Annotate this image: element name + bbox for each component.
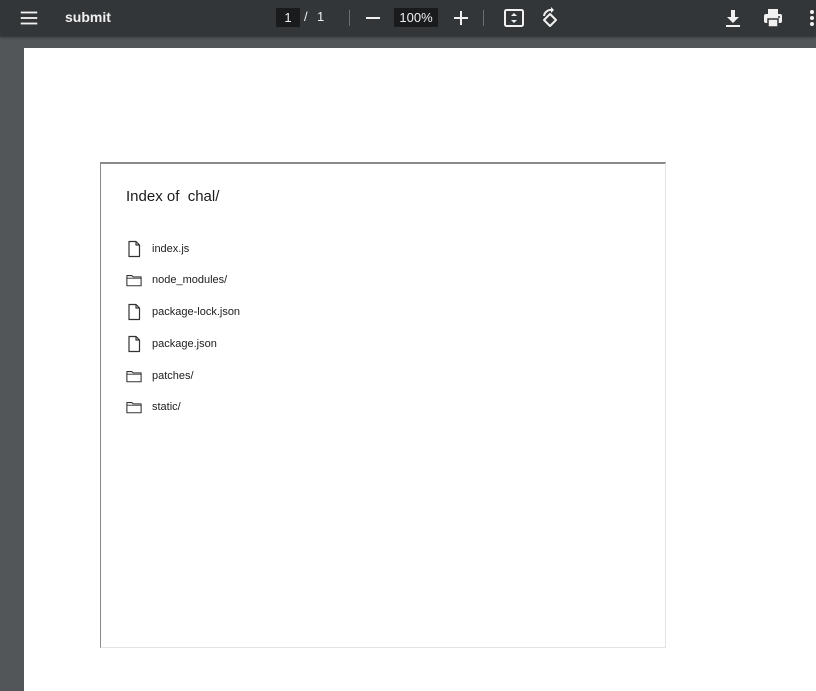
- list-item[interactable]: patches/: [126, 367, 194, 385]
- page-number-input[interactable]: [276, 8, 300, 27]
- entry-name: index.js: [152, 243, 190, 255]
- list-item[interactable]: index.js: [126, 240, 189, 258]
- directory-listing: Index of chal/ index.js node_modules/ pa…: [100, 162, 666, 648]
- file-icon: [128, 303, 141, 321]
- page-total: 1: [317, 9, 325, 24]
- document-title: submit: [65, 9, 111, 25]
- download-icon[interactable]: [722, 7, 744, 29]
- list-item[interactable]: node_modules/: [126, 271, 227, 289]
- list-item[interactable]: static/: [126, 398, 181, 416]
- entry-name: node_modules/: [152, 274, 228, 286]
- list-item[interactable]: package.json: [126, 335, 217, 353]
- fit-to-page-icon[interactable]: [503, 7, 525, 29]
- listing-heading: Index of chal/: [126, 188, 220, 205]
- rotate-icon[interactable]: [538, 6, 562, 30]
- more-vert-icon[interactable]: [803, 7, 816, 29]
- folder-icon: [126, 371, 142, 383]
- pdf-toolbar: submit / 1: [0, 0, 816, 36]
- toolbar-divider: [483, 10, 484, 26]
- entry-name: package.json: [152, 338, 217, 350]
- entry-name: package-lock.json: [152, 306, 241, 318]
- menu-icon[interactable]: [18, 7, 40, 29]
- file-icon: [128, 335, 141, 353]
- list-item[interactable]: package-lock.json: [126, 303, 240, 321]
- entry-name: static/: [152, 401, 181, 413]
- entry-name: patches/: [152, 370, 194, 382]
- folder-icon: [126, 275, 142, 287]
- folder-icon: [126, 402, 142, 414]
- zoom-level-input[interactable]: [394, 8, 438, 27]
- print-icon[interactable]: [762, 7, 784, 29]
- zoom-in-icon[interactable]: [451, 8, 471, 28]
- viewer-background: [0, 36, 24, 691]
- toolbar-divider: [349, 10, 350, 26]
- page-separator: /: [304, 9, 308, 24]
- zoom-out-icon[interactable]: [363, 8, 383, 28]
- file-icon: [128, 240, 141, 258]
